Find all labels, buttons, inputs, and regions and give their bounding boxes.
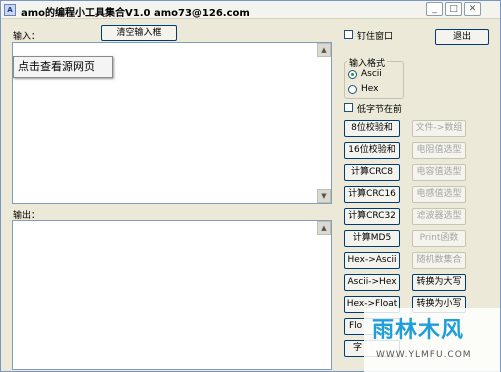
ascii-radio[interactable]: [348, 70, 357, 79]
random-set-button[interactable]: 随机数集合: [412, 252, 466, 269]
main-window: A amo的编程小工具集合V1.0 amo73@126.com _ □ ✕ 输入…: [0, 0, 501, 372]
input-label: 输入：: [13, 32, 41, 42]
watermark: 雨林木风 WWW.YLMFU.COM: [364, 308, 500, 372]
to-uppercase-button[interactable]: 转换为大写: [412, 274, 466, 291]
capacitor-select-button[interactable]: 电容值选型: [412, 164, 466, 181]
scroll-up-icon[interactable]: ▲: [317, 221, 331, 235]
checksum16-button[interactable]: 16位校验和: [344, 142, 400, 159]
window-title: amo的编程小工具集合V1.0 amo73@126.com: [21, 8, 250, 19]
maximize-icon[interactable]: □: [445, 2, 462, 16]
crc8-button[interactable]: 计算CRC8: [344, 164, 400, 181]
title-bar[interactable]: A amo的编程小工具集合V1.0 amo73@126.com _ □ ✕: [1, 1, 500, 19]
crc32-button[interactable]: 计算CRC32: [344, 208, 400, 225]
filter-select-button[interactable]: 滤波器选型: [412, 208, 466, 225]
ascii-radio-label: Ascii: [361, 69, 382, 79]
inductor-select-button[interactable]: 电感值选型: [412, 186, 466, 203]
watermark-url: WWW.YLMFU.COM: [376, 350, 472, 360]
pin-window-label: 钉住窗口: [357, 32, 394, 42]
hex-radio[interactable]: [348, 85, 357, 94]
checksum8-button[interactable]: 8位校验和: [344, 120, 400, 137]
low-byte-first-label: 低字节在前: [357, 105, 403, 115]
exit-button[interactable]: 退出: [435, 29, 489, 45]
low-byte-first-checkbox[interactable]: [344, 103, 353, 112]
hex-radio-label: Hex: [361, 84, 379, 94]
clear-input-button[interactable]: 清空输入框: [101, 25, 177, 41]
pin-window-checkbox[interactable]: [344, 30, 353, 39]
hex-to-ascii-button[interactable]: Hex->Ascii: [344, 252, 400, 269]
scroll-up-icon[interactable]: ▲: [317, 43, 331, 57]
close-icon[interactable]: ✕: [464, 2, 481, 16]
md5-button[interactable]: 计算MD5: [344, 230, 400, 247]
scroll-down-icon[interactable]: ▼: [317, 189, 331, 203]
file-to-array-button[interactable]: 文件->数组: [412, 120, 466, 137]
view-source-tooltip[interactable]: 点击查看源网页: [13, 56, 113, 78]
app-icon: A: [4, 4, 16, 16]
ascii-to-hex-button[interactable]: Ascii->Hex: [344, 274, 400, 291]
watermark-logo: 雨林木风: [372, 318, 465, 343]
format-group-title: 输入格式: [347, 56, 388, 69]
output-textarea[interactable]: ▲: [12, 220, 332, 370]
crc16-button[interactable]: 计算CRC16: [344, 186, 400, 203]
resistor-select-button[interactable]: 电阻值选型: [412, 142, 466, 159]
print-function-button[interactable]: Print函数: [412, 230, 466, 247]
minimize-icon[interactable]: _: [426, 2, 443, 16]
